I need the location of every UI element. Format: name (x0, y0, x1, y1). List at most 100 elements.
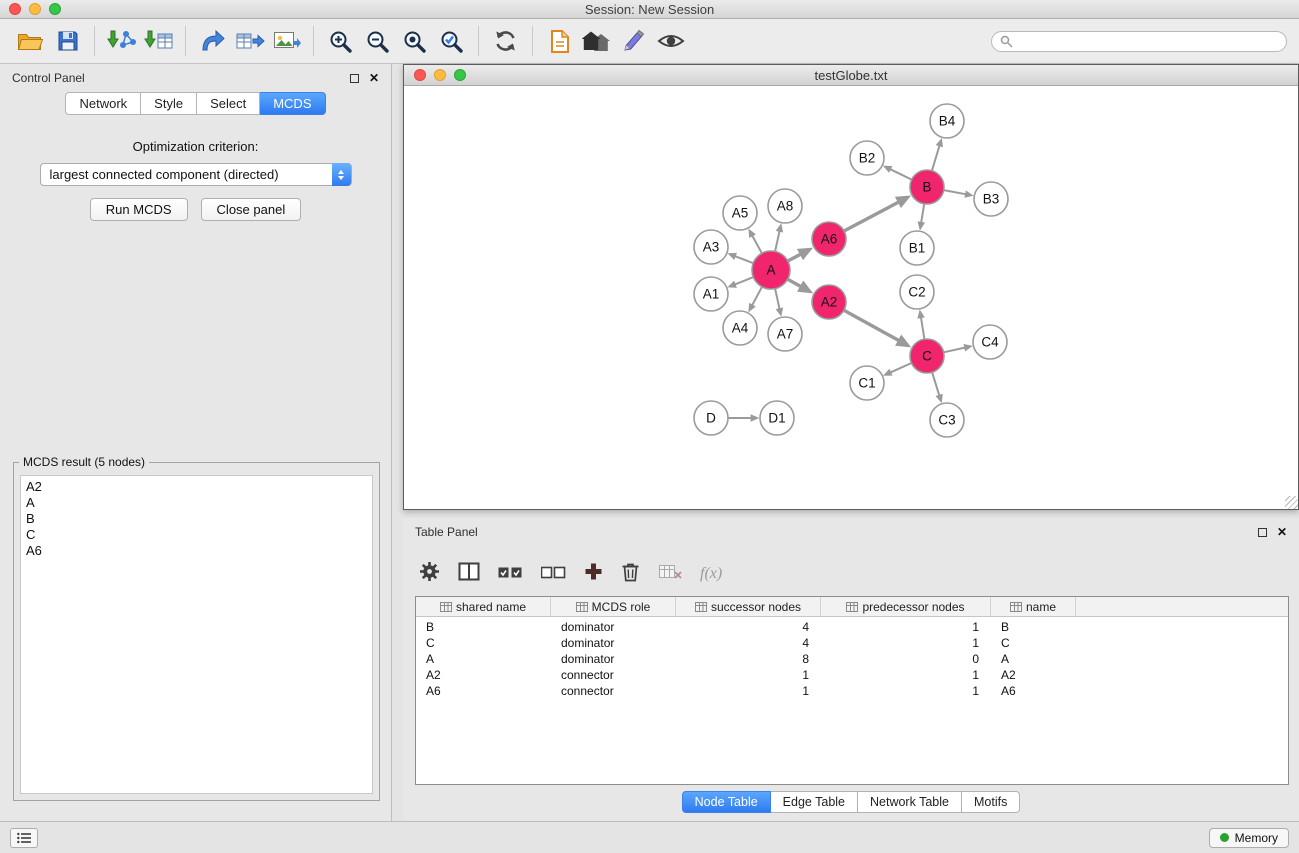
table-options-button[interactable] (419, 561, 440, 587)
network-node-C4[interactable]: C4 (973, 325, 1007, 359)
table-row[interactable]: A6connector11A6 (416, 683, 1288, 699)
table-tab-network-table[interactable]: Network Table (858, 791, 962, 813)
network-node-A6[interactable]: A6 (812, 222, 846, 256)
table-cell[interactable]: 1 (821, 668, 991, 682)
table-cell[interactable]: A (991, 652, 1076, 666)
network-edge-C-C3[interactable] (932, 372, 939, 395)
network-edge-A-A8[interactable] (775, 231, 779, 251)
close-panel-icon[interactable]: ✕ (369, 72, 379, 84)
table-cell[interactable]: 1 (676, 684, 821, 698)
delete-table-button[interactable] (658, 562, 682, 586)
add-row-button[interactable] (584, 562, 603, 586)
network-window-titlebar[interactable]: testGlobe.txt (404, 65, 1298, 86)
zoom-out-button[interactable] (359, 23, 396, 60)
minimize-network-window-button[interactable] (434, 69, 446, 81)
network-node-B1[interactable]: B1 (900, 231, 934, 265)
close-network-window-button[interactable] (414, 69, 426, 81)
close-window-button[interactable] (9, 3, 21, 15)
network-edge-A6-B[interactable] (844, 202, 899, 231)
table-row[interactable]: Bdominator41B (416, 619, 1288, 635)
status-list-button[interactable] (10, 828, 38, 848)
table-row[interactable]: Cdominator41C (416, 635, 1288, 651)
network-edge-B-B1[interactable] (921, 204, 924, 223)
column-header-shared-name[interactable]: shared name (416, 597, 551, 616)
criterion-dropdown[interactable]: largest connected component (directed) (40, 163, 352, 186)
table-cell[interactable]: A2 (991, 668, 1076, 682)
column-header-predecessor-nodes[interactable]: predecessor nodes (821, 597, 991, 616)
network-edge-A-A1[interactable] (735, 277, 753, 284)
network-node-A[interactable]: A (752, 251, 790, 289)
float-panel-icon[interactable] (350, 74, 359, 83)
mcds-result-item[interactable]: A2 (26, 479, 367, 495)
minimize-window-button[interactable] (29, 3, 41, 15)
network-node-B4[interactable]: B4 (930, 104, 964, 138)
network-edge-B-B3[interactable] (944, 190, 966, 194)
table-cell[interactable]: C (991, 636, 1076, 650)
zoom-selected-button[interactable] (433, 23, 470, 60)
table-cell[interactable]: A (416, 652, 551, 666)
control-tab-select[interactable]: Select (197, 92, 260, 115)
show-columns-button[interactable] (458, 562, 480, 586)
network-node-C2[interactable]: C2 (900, 275, 934, 309)
network-edge-A-A2[interactable] (788, 279, 801, 286)
mcds-result-item[interactable]: C (26, 527, 367, 543)
table-cell[interactable]: B (991, 620, 1076, 634)
table-cell[interactable]: 8 (676, 652, 821, 666)
table-tab-motifs[interactable]: Motifs (962, 791, 1020, 813)
network-node-B[interactable]: B (910, 170, 944, 204)
import-network-button[interactable] (103, 23, 140, 60)
table-cell[interactable]: dominator (551, 620, 676, 634)
network-node-C[interactable]: C (910, 339, 944, 373)
network-node-A4[interactable]: A4 (723, 311, 757, 345)
network-node-D1[interactable]: D1 (760, 401, 794, 435)
mcds-result-item[interactable]: A6 (26, 543, 367, 559)
network-node-B2[interactable]: B2 (850, 141, 884, 175)
network-edge-A-A3[interactable] (735, 256, 753, 263)
network-edge-B-B2[interactable] (890, 169, 912, 179)
table-cell[interactable]: 1 (821, 684, 991, 698)
network-canvas[interactable]: AA6A2BCA1A3A4A5A7A8B1B2B3B4C1C2C3C4DD1 (404, 87, 1298, 509)
table-cell[interactable]: C (416, 636, 551, 650)
control-tab-style[interactable]: Style (141, 92, 197, 115)
network-node-A5[interactable]: A5 (723, 196, 757, 230)
style-brush-button[interactable] (615, 23, 652, 60)
table-cell[interactable]: A6 (991, 684, 1076, 698)
column-header-MCDS-role[interactable]: MCDS role (551, 597, 676, 616)
network-node-C1[interactable]: C1 (850, 366, 884, 400)
column-header-name[interactable]: name (991, 597, 1076, 616)
search-box[interactable] (991, 31, 1287, 52)
export-network-button[interactable] (194, 23, 231, 60)
table-cell[interactable]: 1 (821, 636, 991, 650)
table-cell[interactable]: connector (551, 668, 676, 682)
table-cell[interactable]: A2 (416, 668, 551, 682)
table-tab-node-table[interactable]: Node Table (682, 791, 771, 813)
network-node-C3[interactable]: C3 (930, 403, 964, 437)
network-node-A3[interactable]: A3 (694, 230, 728, 264)
float-table-panel-icon[interactable] (1258, 528, 1267, 537)
network-edge-A-A6[interactable] (788, 254, 801, 261)
table-cell[interactable]: dominator (551, 636, 676, 650)
table-cell[interactable]: dominator (551, 652, 676, 666)
function-builder-button[interactable]: f(x) (700, 565, 722, 583)
network-graph[interactable]: AA6A2BCA1A3A4A5A7A8B1B2B3B4C1C2C3C4DD1 (404, 87, 1298, 509)
table-tab-edge-table[interactable]: Edge Table (771, 791, 858, 813)
session-document-button[interactable] (541, 23, 578, 60)
zoom-fit-button[interactable] (396, 23, 433, 60)
show-graphics-details-button[interactable] (652, 23, 689, 60)
table-cell[interactable]: connector (551, 684, 676, 698)
zoom-network-window-button[interactable] (454, 69, 466, 81)
table-cell[interactable]: 4 (676, 620, 821, 634)
network-node-A2[interactable]: A2 (812, 285, 846, 319)
network-edge-B-B4[interactable] (932, 146, 940, 171)
network-edge-A-A4[interactable] (752, 287, 762, 305)
import-table-button[interactable] (140, 23, 177, 60)
close-panel-button[interactable]: Close panel (201, 198, 302, 221)
memory-button[interactable]: Memory (1209, 828, 1289, 848)
table-cell[interactable]: 1 (821, 620, 991, 634)
network-edge-A-A7[interactable] (775, 289, 779, 309)
resize-grip[interactable] (1285, 496, 1298, 509)
select-all-button[interactable] (498, 565, 523, 584)
home-button[interactable] (578, 23, 615, 60)
network-edge-A-A5[interactable] (752, 236, 762, 254)
network-edge-C-C1[interactable] (891, 363, 912, 372)
